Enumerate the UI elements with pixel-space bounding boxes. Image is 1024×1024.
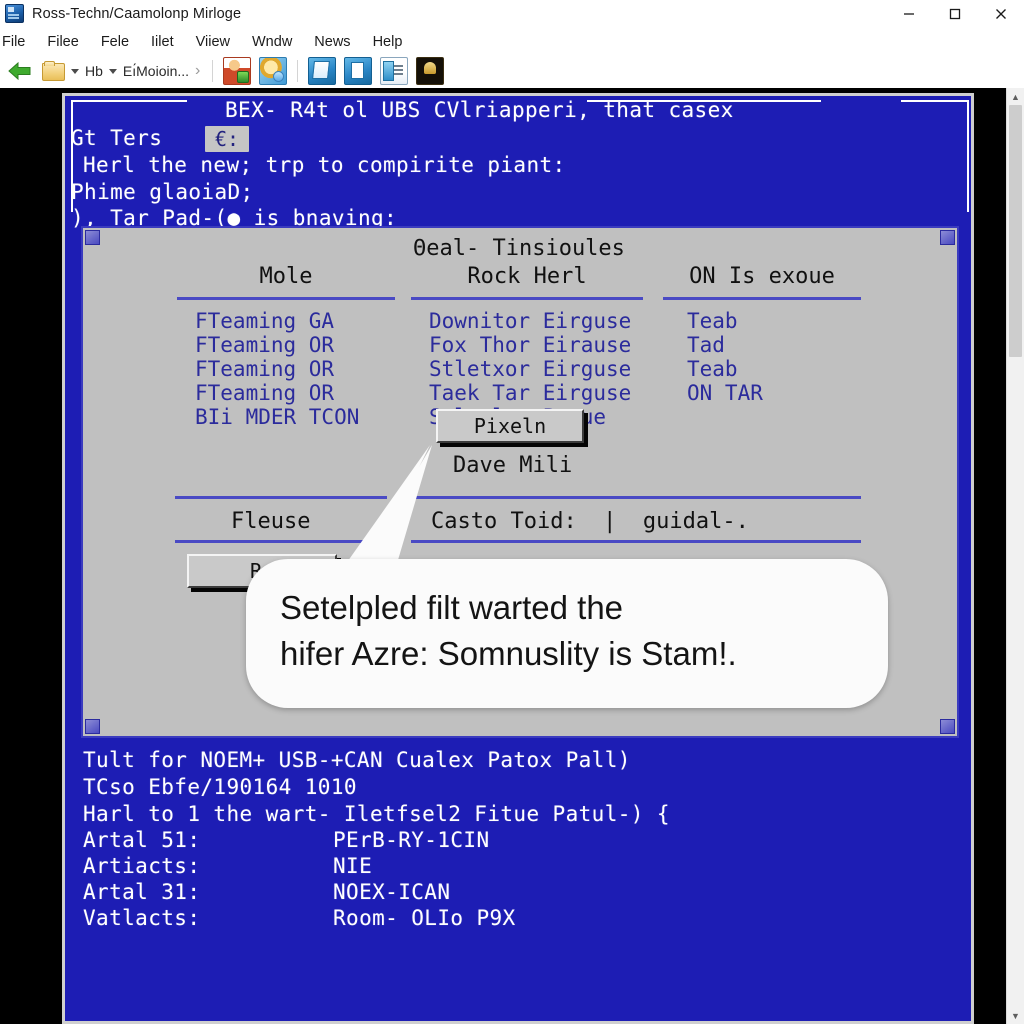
menu-bar: File Filee Fele Iilet Viiew Wndw News He…	[0, 29, 1024, 54]
console-field-label-3: Artal 31:	[83, 880, 201, 904]
console-field-label-2: Artiacts:	[83, 854, 201, 878]
column-rule-1	[177, 297, 395, 300]
callout-text: Setelpled filt warted the hifer Azre: So…	[280, 585, 860, 677]
console-highlight-chip: €:	[205, 126, 250, 152]
console-field-value-3: NOEX-ICAN	[333, 880, 451, 904]
frame-gap-right	[821, 98, 901, 108]
column-on-is-exoue: ON Is exoue Teab Tad Teab ON TAR	[663, 264, 861, 405]
application-window: Ross-Techn/Caamolonp Mirloge File Filee …	[0, 0, 1024, 1024]
callout-line-2: hifer Azre: Somnuslity is Stam!.	[280, 635, 737, 672]
column-rows-mole[interactable]: FTeaming GA FTeaming OR FTeaming OR FTea…	[177, 309, 395, 429]
toolbar: Hb Eı́Moioin... ›	[0, 54, 1024, 89]
resize-handle-bottom-left[interactable]	[85, 719, 100, 734]
callout-line-1: Setelpled filt warted the	[280, 589, 624, 626]
menu-item-file[interactable]: File	[0, 34, 36, 50]
folder-icon[interactable]	[41, 60, 65, 82]
menu-item-news[interactable]: News	[303, 34, 361, 50]
callout-bubble: Setelpled filt warted the hifer Azre: So…	[246, 559, 888, 708]
row-list-1: FTeaming GA FTeaming OR FTeaming OR FTea…	[195, 309, 360, 429]
app-icon	[5, 4, 24, 23]
scroll-up-arrow-icon[interactable]: ▲	[1007, 88, 1024, 105]
footer-rule-left	[175, 496, 387, 499]
column-header-on-is-exoue: ON Is exoue	[689, 264, 835, 289]
menu-item-iilet[interactable]: Iilet	[140, 34, 185, 50]
title-bar: Ross-Techn/Caamolonp Mirloge	[0, 0, 1024, 27]
toolbar-separator	[212, 60, 214, 82]
console-line-1: BEX- R4t ol UBS CVlriapperi, that casex	[225, 98, 734, 122]
row-list-3: Teab Tad Teab ON TAR	[687, 309, 763, 405]
console-field-label-4: Vatlacts:	[83, 906, 201, 930]
footer-label-right: Casto Toid: | guidal-.	[431, 509, 749, 534]
card-reader-icon[interactable]	[380, 57, 409, 85]
pixeln-button[interactable]: Pixeln	[436, 409, 584, 443]
column-mole: Mole FTeaming GA FTeaming OR FTeaming OR…	[177, 264, 395, 429]
back-arrow-icon[interactable]	[3, 56, 37, 86]
menu-item-fele[interactable]: Fele	[90, 34, 140, 50]
console-bottom-line-1: Tult for NOEM+ USB-+CAN Cualex Patox Pal…	[83, 748, 631, 772]
console-field-value-1: PErB-RY-1CIN	[333, 828, 490, 852]
action-caption: Dave Mili	[453, 453, 573, 478]
console-bottom-line-2: TCso Ebfe/190164 1010	[83, 775, 357, 799]
console-field-label-1: Artal 51:	[83, 828, 201, 852]
toolbar-separator-2	[297, 60, 299, 82]
bell-alert-icon[interactable]	[416, 57, 445, 85]
column-rows-on-is-exoue[interactable]: Teab Tad Teab ON TAR	[663, 309, 861, 405]
console-field-value-2: NIE	[333, 854, 373, 878]
resize-handle-bottom-right[interactable]	[940, 719, 955, 734]
chevron-down-icon[interactable]	[71, 68, 79, 74]
scrollbar-thumb[interactable]	[1009, 105, 1022, 357]
footer-rule-left-2	[175, 540, 387, 543]
breadcrumb-segment-2[interactable]: Eı́Moioin...	[123, 63, 189, 79]
column-rock-herl: Rock Herl Downitor Eirguse Fox Thor Eira…	[411, 264, 643, 429]
console-bottom-line-3: Harl to 1 the wart- Iletfsel2 Fitue Patu…	[83, 802, 670, 826]
scroll-down-arrow-icon[interactable]: ▼	[1007, 1007, 1024, 1024]
close-icon[interactable]	[978, 0, 1024, 27]
footer-label-left: Fleuse	[231, 509, 311, 534]
resize-handle-top-right[interactable]	[940, 230, 955, 245]
column-rule-3	[663, 297, 861, 300]
menu-item-help[interactable]: Help	[362, 34, 414, 50]
window-controls	[886, 0, 1024, 27]
key-permissions-icon[interactable]	[259, 57, 288, 85]
chevron-down-icon-2[interactable]	[108, 68, 117, 74]
console-field-value-4: Room- OLIo P9X	[333, 906, 516, 930]
console-line-3: Herl the new; trp to compirite piant:	[83, 153, 566, 177]
breadcrumb-overflow-icon[interactable]: ›	[195, 62, 200, 80]
column-rule-2	[411, 297, 643, 300]
menu-item-window[interactable]: Wndw	[241, 34, 303, 50]
menu-item-filee[interactable]: Filee	[36, 34, 89, 50]
column-header-mole: Mole	[259, 264, 313, 289]
console-line-2: Gt Ters	[71, 126, 163, 150]
menu-item-view[interactable]: Viiew	[185, 34, 241, 50]
stage: BEX- R4t ol UBS CVlriapperi, that casex …	[0, 88, 1024, 1024]
blue-document-icon[interactable]	[308, 57, 337, 85]
footer-rule-right-2	[411, 540, 861, 543]
resize-handle-top-left[interactable]	[85, 230, 100, 245]
footer-rule-right	[411, 496, 861, 499]
blue-form-icon[interactable]	[344, 57, 373, 85]
vertical-scrollbar[interactable]: ▲ ▼	[1006, 88, 1024, 1024]
window-title: Ross-Techn/Caamolonp Mirloge	[32, 5, 242, 22]
user-account-icon[interactable]	[223, 57, 252, 85]
column-header-rock-herl: Rock Herl	[467, 264, 587, 289]
console-line-4: Phime glaoiaD;	[71, 180, 254, 204]
dialog-heading: Θeal- Tinsioules	[413, 236, 625, 261]
breadcrumb-segment-1[interactable]: Hb	[85, 63, 103, 79]
maximize-icon[interactable]	[932, 0, 978, 27]
minimize-icon[interactable]	[886, 0, 932, 27]
